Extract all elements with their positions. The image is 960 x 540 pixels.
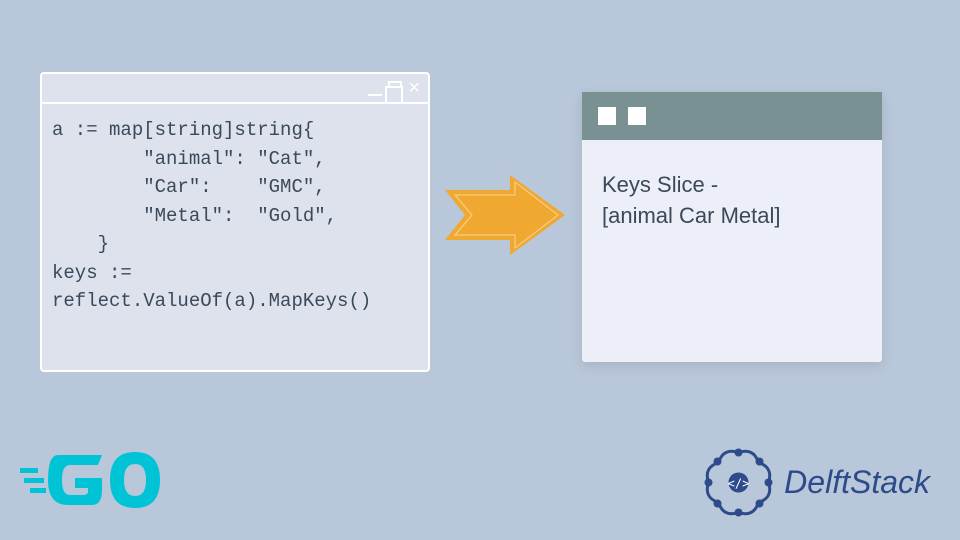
code-line: reflect.ValueOf(a).MapKeys(): [52, 290, 371, 312]
code-line: keys :=: [52, 262, 132, 284]
output-titlebar: [582, 92, 882, 140]
output-window: Keys Slice - [animal Car Metal]: [582, 92, 882, 362]
window-dot-icon: [598, 107, 616, 125]
code-line: }: [52, 233, 109, 255]
arrow-icon: [440, 170, 570, 260]
window-dot-icon: [628, 107, 646, 125]
delftstack-logo: </> DelftStack: [701, 445, 930, 520]
delftstack-icon: </>: [701, 445, 776, 520]
code-titlebar: ×: [42, 74, 428, 104]
code-window: × a := map[string]string{ "animal": "Cat…: [40, 72, 430, 372]
code-line: "Car": "GMC",: [52, 176, 326, 198]
svg-text:</>: </>: [728, 477, 750, 491]
close-icon: ×: [408, 81, 420, 95]
maximize-icon: [388, 81, 402, 95]
go-logo: [20, 440, 180, 520]
code-line: "Metal": "Gold",: [52, 205, 337, 227]
code-line: "animal": "Cat",: [52, 148, 326, 170]
delftstack-label: DelftStack: [784, 464, 930, 501]
code-body: a := map[string]string{ "animal": "Cat",…: [42, 104, 428, 328]
output-line: [animal Car Metal]: [602, 201, 862, 232]
code-line: a := map[string]string{: [52, 119, 314, 141]
output-line: Keys Slice -: [602, 170, 862, 201]
minimize-icon: [368, 86, 382, 96]
output-body: Keys Slice - [animal Car Metal]: [582, 140, 882, 262]
